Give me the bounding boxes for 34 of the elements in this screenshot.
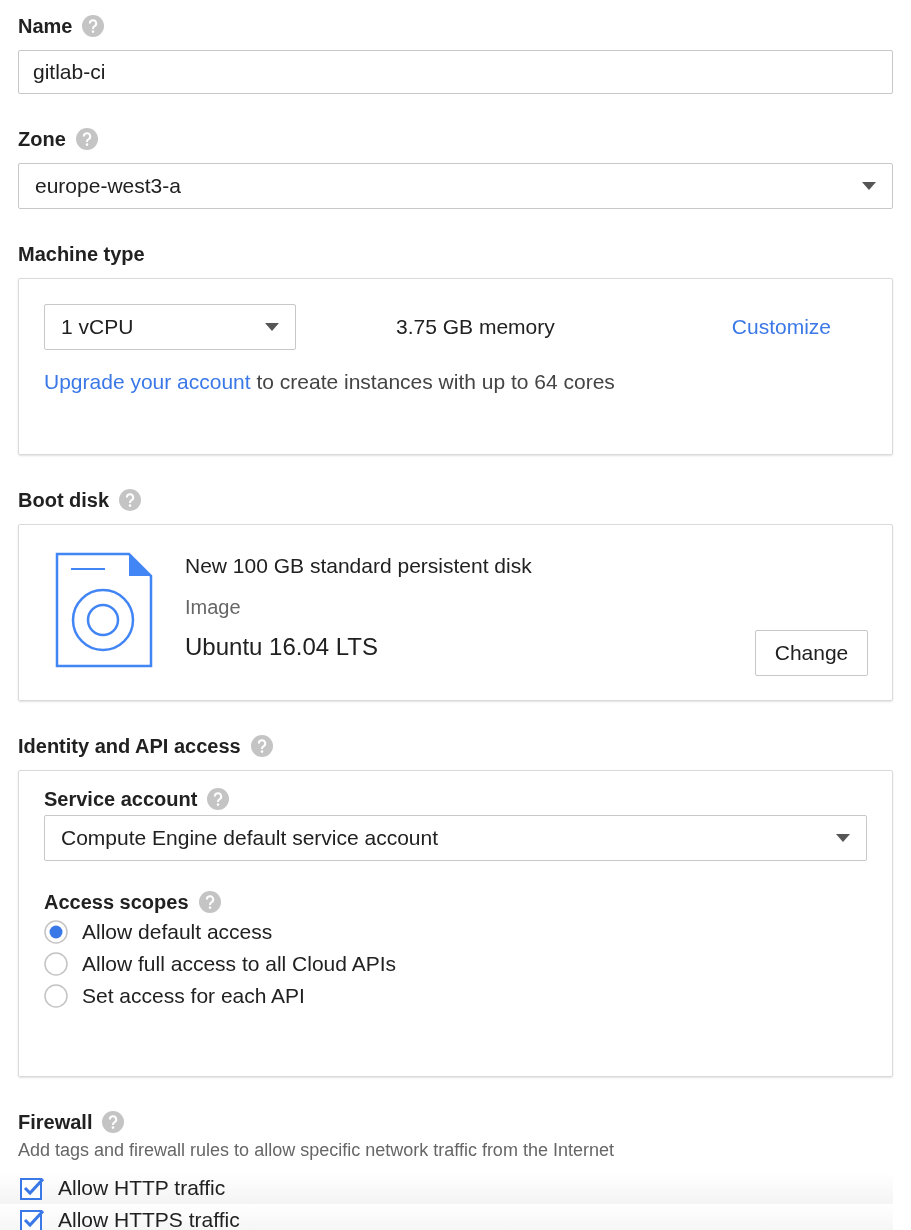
image-name: Ubuntu 16.04 LTS: [185, 633, 380, 661]
radio-button[interactable]: [44, 952, 68, 976]
checkbox-label: Allow HTTP traffic: [58, 1176, 226, 1200]
field-label: Firewall: [18, 1110, 93, 1134]
radio-label: Set access for each API: [82, 984, 305, 1008]
checkbox[interactable]: [20, 1208, 44, 1230]
checkbox-label: Allow HTTPS traffic: [58, 1208, 240, 1230]
caret-icon: [836, 834, 850, 842]
caret-icon: [265, 323, 279, 331]
radio-button[interactable]: [44, 920, 68, 944]
memory-text: 3.75 GB memory: [396, 315, 556, 339]
change-button[interactable]: Change: [755, 630, 868, 676]
name-input[interactable]: gitlab-ci: [18, 50, 893, 94]
checkbox[interactable]: [20, 1176, 44, 1200]
field-label: Zone: [18, 127, 66, 151]
field-label: Access scopes: [44, 890, 189, 914]
caret-icon: [862, 182, 876, 190]
radio-button[interactable]: [44, 984, 68, 1008]
service-account-select[interactable]: Compute Engine default service account: [44, 815, 867, 861]
cores-select[interactable]: 1 vCPU: [44, 304, 296, 350]
firewall-description: Add tags and firewall rules to allow specific network traffic from the Internet: [18, 1140, 615, 1161]
radio-label: Allow default access: [82, 920, 273, 944]
image-label: Image: [185, 596, 242, 619]
field-label: Name: [18, 14, 73, 38]
radio-label: Allow full access to all Cloud APIs: [82, 952, 396, 976]
field-label: Machine type: [18, 242, 145, 266]
disk-title: New 100 GB standard persistent disk: [185, 554, 532, 579]
field-label: Service account: [44, 787, 198, 811]
customize-link[interactable]: Customize: [731, 315, 831, 339]
field-label: Boot disk: [18, 488, 110, 512]
field-label: Identity and API access: [18, 734, 241, 758]
upgrade-note: Upgrade your account to create instances with up to 64 cores: [44, 370, 616, 394]
upgrade-link[interactable]: Upgrade your account: [44, 370, 251, 393]
zone-select[interactable]: europe-west3-a: [18, 163, 893, 209]
